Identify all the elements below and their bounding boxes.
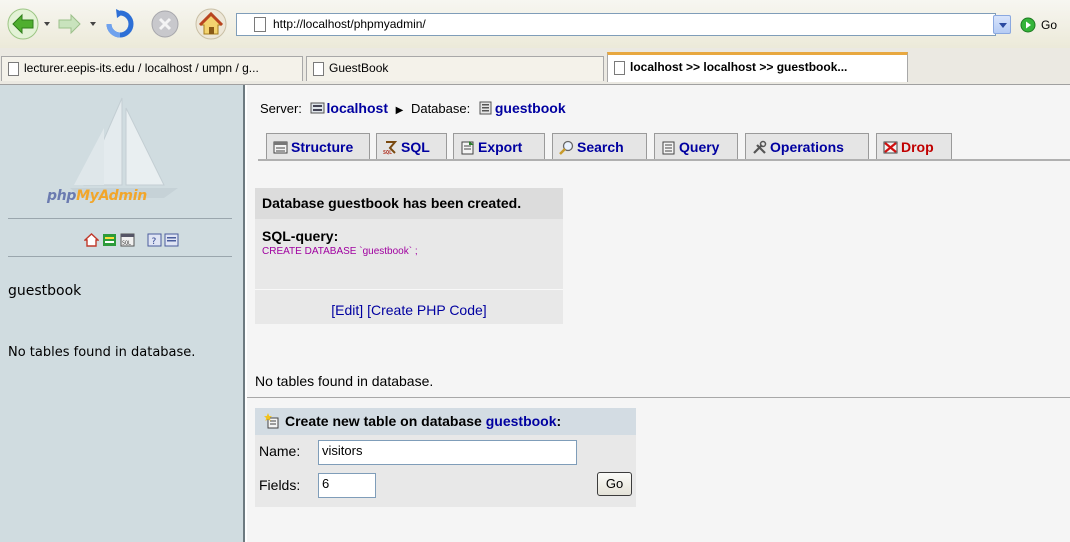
create-table-header: Create new table on database guestbook:: [255, 408, 636, 435]
edit-link[interactable]: [Edit]: [331, 302, 363, 318]
tab-label: lecturer.eepis-its.edu / localhost / ump…: [24, 61, 259, 75]
refresh-icon[interactable]: [103, 8, 137, 40]
query-icon: [662, 141, 675, 155]
svg-text:SQL: SQL: [383, 150, 392, 155]
fields-count-input[interactable]: 6: [318, 473, 376, 498]
svg-text:?: ?: [152, 237, 157, 247]
tabs-underline: [258, 159, 1070, 161]
sql-icon: SQL: [383, 141, 398, 155]
exit-icon[interactable]: [102, 233, 117, 247]
phpmyadmin-logo-ship: [70, 97, 178, 198]
export-icon: [461, 141, 474, 155]
tab-lecturer[interactable]: lecturer.eepis-its.edu / localhost / ump…: [1, 56, 303, 81]
svg-text:SQL: SQL: [122, 241, 131, 247]
sidebar-database-name[interactable]: guestbook: [8, 283, 81, 299]
tab-drop[interactable]: Drop: [876, 133, 952, 160]
structure-icon: [273, 141, 288, 154]
tab-label: localhost >> localhost >> guestbook...: [630, 60, 848, 74]
page-icon: [8, 62, 19, 76]
database-label: Database:: [410, 101, 471, 116]
create-table-db-link[interactable]: guestbook: [486, 413, 557, 429]
browser-tabbar: lecturer.eepis-its.edu / localhost / ump…: [0, 48, 1070, 85]
divider: [8, 218, 232, 219]
sql-query-label: SQL-query:: [262, 228, 339, 244]
page-icon: [254, 17, 266, 32]
sql-query-text: CREATE DATABASE `guestbook` ;: [262, 246, 418, 257]
divider: [247, 397, 1070, 398]
documentation-icon[interactable]: [164, 233, 179, 247]
go-icon[interactable]: [1020, 17, 1036, 33]
server-label: Server:: [260, 101, 302, 116]
notice-links: [Edit] [Create PHP Code]: [255, 302, 563, 318]
tab-structure[interactable]: Structure: [266, 133, 370, 160]
back-dropdown-icon[interactable]: [44, 22, 50, 26]
breadcrumb: Server: localhost ▶ Database: guestbook: [260, 100, 566, 116]
tab-sql[interactable]: SQL SQL: [376, 133, 447, 160]
search-icon: [559, 140, 574, 155]
left-frame: phpMyAdmin SQL ? guestbook No tables fou…: [0, 85, 245, 542]
home-icon[interactable]: [84, 233, 99, 247]
stop-icon[interactable]: [150, 9, 180, 39]
page-icon: [614, 61, 625, 75]
operations-icon: [753, 140, 767, 154]
drop-icon: [883, 141, 898, 154]
tab-search[interactable]: Search: [552, 133, 647, 160]
create-table-title: Create new table on database: [285, 413, 486, 429]
success-notice: Database guestbook has been created. SQL…: [255, 188, 563, 324]
main-frame: Server: localhost ▶ Database: guestbook …: [247, 85, 1070, 542]
create-table-form: Name: visitors Fields: 6 Go: [255, 435, 636, 507]
name-label: Name:: [259, 443, 301, 459]
new-table-icon: [264, 413, 279, 429]
tab-export[interactable]: Export: [453, 133, 545, 160]
tab-phpmyadmin[interactable]: localhost >> localhost >> guestbook...: [607, 52, 908, 82]
fields-label: Fields:: [259, 477, 301, 493]
database-link[interactable]: guestbook: [495, 100, 566, 116]
page-icon: [313, 62, 324, 76]
help-icon[interactable]: ?: [147, 233, 162, 247]
no-tables-text: No tables found in database.: [255, 373, 434, 389]
sidebar-no-tables-text: No tables found in database.: [8, 345, 196, 360]
address-bar[interactable]: http://localhost/phpmyadmin/: [236, 13, 996, 36]
address-dropdown-button[interactable]: [993, 15, 1011, 34]
tab-query[interactable]: Query: [654, 133, 738, 160]
address-url[interactable]: http://localhost/phpmyadmin/: [273, 17, 426, 31]
create-php-code-link[interactable]: [Create PHP Code]: [367, 302, 487, 318]
notice-title: Database guestbook has been created.: [255, 188, 563, 219]
browser-navbar: http://localhost/phpmyadmin/ Go: [0, 0, 1070, 48]
forward-icon[interactable]: [55, 10, 85, 38]
forward-dropdown-icon[interactable]: [90, 22, 96, 26]
home-icon[interactable]: [195, 8, 227, 40]
server-link[interactable]: localhost: [327, 100, 388, 116]
sql-query-window-icon[interactable]: SQL: [120, 233, 135, 247]
tab-operations[interactable]: Operations: [745, 133, 869, 160]
back-icon[interactable]: [6, 8, 40, 40]
divider: [255, 289, 563, 290]
tab-label: GuestBook: [329, 61, 389, 75]
phpmyadmin-logo[interactable]: phpMyAdmin: [47, 188, 147, 204]
go-button-label[interactable]: Go: [1041, 18, 1057, 32]
tab-guestbook[interactable]: GuestBook: [306, 56, 604, 81]
divider: [8, 256, 232, 257]
table-name-input[interactable]: visitors: [318, 440, 577, 465]
go-button[interactable]: Go: [597, 472, 632, 496]
server-icon: [310, 102, 325, 114]
database-icon: [479, 101, 492, 115]
